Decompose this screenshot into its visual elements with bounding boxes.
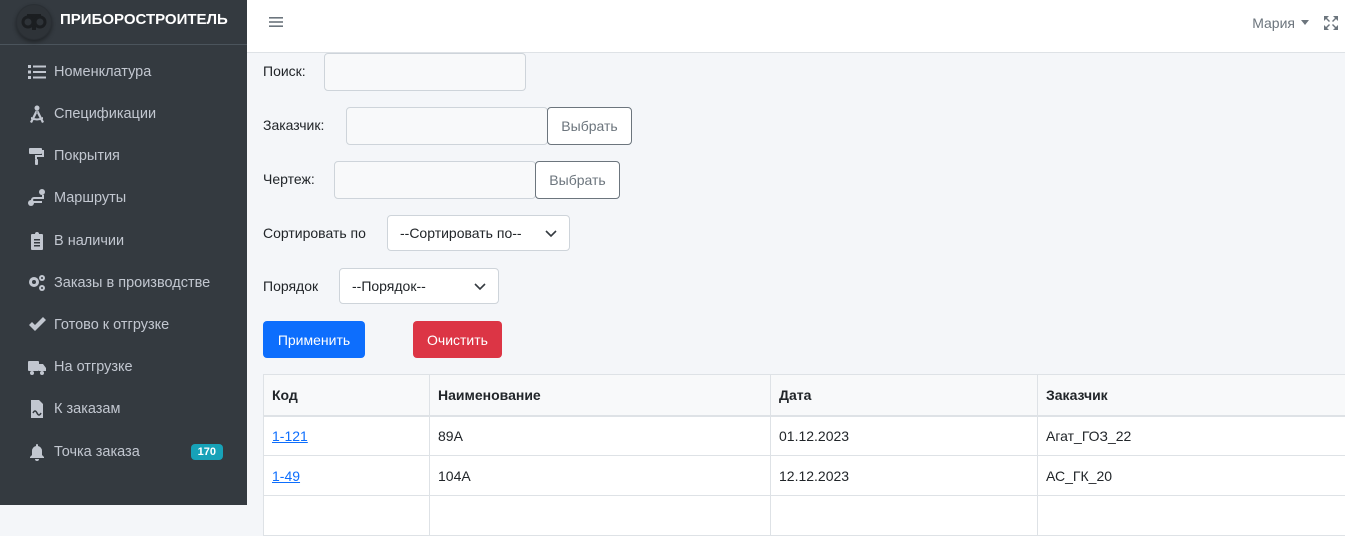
table-cell: 01.12.2023 — [771, 416, 1038, 456]
top-navbar: Мария — [247, 0, 1345, 53]
sidebar-item-ready-to-ship[interactable]: Готово к отгрузке — [8, 306, 239, 344]
table-cell — [430, 496, 771, 536]
sidebar-item-label: В наличии — [54, 233, 124, 249]
sidebar-item-specifications[interactable]: Спецификации — [8, 95, 239, 133]
choose-drawing-button[interactable]: Выбрать — [535, 161, 620, 199]
route-icon — [22, 188, 52, 208]
order-label: Порядок — [263, 278, 318, 294]
order-code-link[interactable]: 1-49 — [272, 468, 300, 484]
caret-down-icon — [1301, 20, 1309, 25]
drafting-compass-icon — [22, 104, 52, 124]
check-icon — [22, 315, 52, 335]
sidebar: ПРИБОРОСТРОИТЕЛЬ Номенклатура Спецификац… — [0, 0, 247, 505]
customer-field[interactable] — [346, 107, 548, 145]
clipboard-check-icon — [22, 231, 52, 251]
orders-table: Код Наименование Дата Заказчик 1-121 89А… — [263, 374, 1345, 536]
truck-icon — [22, 357, 52, 377]
table-cell — [771, 496, 1038, 536]
table-cell: АС_ГК_20 — [1038, 456, 1345, 496]
menu-toggle-icon[interactable] — [269, 15, 287, 33]
chevron-down-icon — [545, 227, 557, 239]
file-invoice-icon — [22, 399, 52, 419]
sidebar-item-label: На отгрузке — [54, 359, 133, 375]
apply-button[interactable]: Применить — [263, 321, 365, 358]
search-input[interactable] — [324, 53, 526, 91]
column-header-customer[interactable]: Заказчик — [1038, 375, 1345, 416]
column-header-date[interactable]: Дата — [771, 375, 1038, 416]
column-header-name[interactable]: Наименование — [430, 375, 771, 416]
drawing-field[interactable] — [334, 161, 536, 199]
table-cell: 1-121 — [264, 416, 430, 456]
sort-selected-value: --Сортировать по-- — [400, 225, 522, 241]
sidebar-item-label: Номенклатура — [54, 64, 151, 80]
search-label: Поиск: — [263, 63, 306, 79]
table-cell: 89А — [430, 416, 771, 456]
brand-link[interactable]: ПРИБОРОСТРОИТЕЛЬ — [0, 0, 247, 45]
table-cell: Агат_ГОЗ_22 — [1038, 416, 1345, 456]
sidebar-item-label: Точка заказа — [54, 444, 140, 460]
sort-select[interactable]: --Сортировать по-- — [387, 215, 570, 251]
chevron-down-icon — [474, 280, 486, 292]
drawing-label: Чертеж: — [263, 171, 315, 187]
table-cell — [264, 496, 430, 536]
table-row: 1-49 104А 12.12.2023 АС_ГК_20 — [264, 456, 1345, 496]
table-cell: 104А — [430, 456, 771, 496]
sidebar-item-label: Маршруты — [54, 190, 126, 206]
sidebar-item-label: Готово к отгрузке — [54, 317, 169, 333]
column-header-code[interactable]: Код — [264, 375, 430, 416]
sidebar-item-nomenclature[interactable]: Номенклатура — [8, 53, 239, 91]
notification-badge: 170 — [191, 444, 223, 460]
sidebar-item-shipping[interactable]: На отгрузке — [8, 348, 239, 386]
company-logo — [16, 4, 52, 40]
sidebar-item-to-orders[interactable]: К заказам — [8, 390, 239, 428]
paint-roller-icon — [22, 146, 52, 166]
sidebar-item-label: Заказы в производстве — [54, 275, 210, 291]
sort-label: Сортировать по — [263, 225, 366, 241]
choose-customer-button[interactable]: Выбрать — [547, 107, 632, 145]
gears-icon — [22, 273, 52, 293]
sidebar-item-label: К заказам — [54, 401, 120, 417]
order-select[interactable]: --Порядок-- — [339, 268, 499, 304]
sidebar-item-order-point[interactable]: Точка заказа 170 — [8, 433, 239, 471]
table-row — [264, 496, 1345, 536]
table-row: 1-121 89А 01.12.2023 Агат_ГОЗ_22 — [264, 416, 1345, 456]
clear-button[interactable]: Очистить — [413, 321, 502, 358]
table-cell: 1-49 — [264, 456, 430, 496]
sidebar-item-orders-in-production[interactable]: Заказы в производстве — [8, 264, 239, 302]
table-cell — [1038, 496, 1345, 536]
list-icon — [22, 62, 52, 82]
sidebar-item-label: Спецификации — [54, 106, 156, 122]
sidebar-item-label: Покрытия — [54, 148, 120, 164]
customer-label: Заказчик: — [263, 117, 324, 133]
table-header-row: Код Наименование Дата Заказчик — [264, 375, 1345, 416]
brand-name: ПРИБОРОСТРОИТЕЛЬ — [60, 11, 228, 28]
bell-icon — [22, 442, 52, 462]
table-cell: 12.12.2023 — [771, 456, 1038, 496]
user-menu-dropdown[interactable]: Мария — [1252, 15, 1309, 31]
order-code-link[interactable]: 1-121 — [272, 428, 308, 444]
sidebar-item-routes[interactable]: Маршруты — [8, 179, 239, 217]
user-name: Мария — [1252, 15, 1295, 31]
sidebar-item-in-stock[interactable]: В наличии — [8, 222, 239, 260]
sidebar-item-coatings[interactable]: Покрытия — [8, 137, 239, 175]
order-selected-value: --Порядок-- — [352, 278, 426, 294]
fullscreen-icon[interactable] — [1324, 16, 1338, 30]
